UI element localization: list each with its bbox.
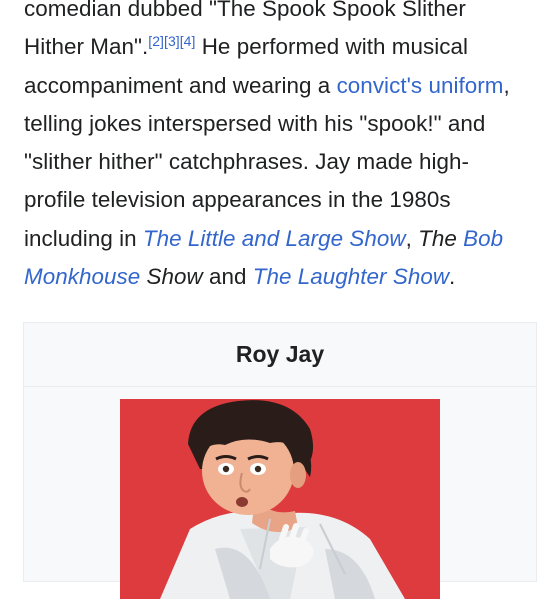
line-text: He performed with musical bbox=[195, 34, 469, 60]
paragraph-line-1: comedian dubbed "The Spook Spook Slither bbox=[24, 0, 466, 21]
citation-3[interactable]: [3] bbox=[164, 33, 180, 49]
paragraph-line-4: telling jokes interspersed with his "spo… bbox=[24, 110, 486, 136]
citation-link-3[interactable]: [3] bbox=[164, 33, 180, 49]
line-italic-text: The bbox=[418, 225, 464, 251]
paragraph-line-6: profile television appearances in the 19… bbox=[24, 187, 451, 213]
line-text: . bbox=[449, 264, 456, 290]
article-body: comedian dubbed "The Spook Spook Slither… bbox=[24, 0, 554, 296]
link-little-and-large-show[interactable]: The Little and Large Show bbox=[143, 226, 406, 251]
infobox: Roy Jay bbox=[23, 322, 537, 599]
line-text: including in bbox=[24, 225, 143, 251]
line-italic-text: Show bbox=[140, 264, 203, 290]
portrait-image bbox=[120, 399, 440, 599]
infobox-photo[interactable] bbox=[120, 399, 440, 599]
line-text: , bbox=[503, 72, 510, 98]
article-paragraph: comedian dubbed "The Spook Spook Slither… bbox=[24, 0, 554, 296]
line-text: and bbox=[202, 264, 253, 290]
line-text: accompaniment and wearing a bbox=[24, 72, 337, 98]
paragraph-line-7: including in The Little and Large Show, … bbox=[24, 220, 554, 258]
paragraph-line-5: "slither hither" catchphrases. Jay made … bbox=[24, 149, 470, 175]
line-text: , bbox=[405, 225, 419, 251]
infobox-title: Roy Jay bbox=[235, 341, 325, 367]
line-text: Hither Man". bbox=[24, 34, 149, 60]
citation-4[interactable]: [4] bbox=[180, 33, 196, 49]
citation-2[interactable]: [2] bbox=[148, 33, 164, 49]
link-laughter-show[interactable]: The Laughter Show bbox=[253, 264, 449, 289]
link-bob-monkhouse-part1[interactable]: Bob bbox=[463, 226, 503, 251]
link-bob-monkhouse-part2[interactable]: Monkhouse bbox=[24, 264, 140, 289]
paragraph-line-8: Monkhouse Show and The Laughter Show. bbox=[24, 258, 554, 296]
paragraph-line-3: accompaniment and wearing a convict's un… bbox=[24, 67, 554, 105]
citation-link-4[interactable]: [4] bbox=[180, 33, 196, 49]
infobox-divider bbox=[24, 386, 536, 387]
citation-link-2[interactable]: [2] bbox=[148, 33, 164, 49]
link-convicts-uniform[interactable]: convict's uniform bbox=[337, 73, 504, 98]
paragraph-line-2: Hither Man".[2][3][4] He performed with … bbox=[24, 28, 554, 66]
